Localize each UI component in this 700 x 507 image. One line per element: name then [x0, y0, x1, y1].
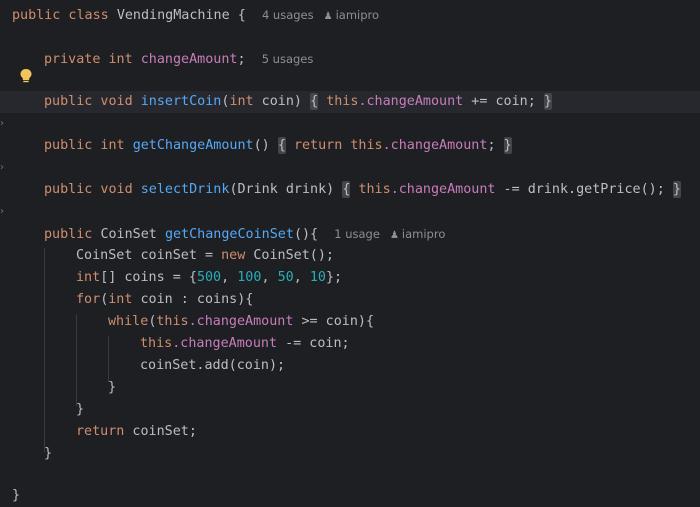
- code-line-insert-coin[interactable]: › public void insertCoin(int coin) { thi…: [0, 91, 700, 129]
- code-text: -= drink.getPrice();: [495, 182, 665, 197]
- keyword: int: [76, 270, 101, 285]
- gutter-fold-arrow-icon[interactable]: ›: [0, 201, 4, 223]
- code-line-coins-array[interactable]: int[] coins = {500, 100, 50, 10};: [0, 267, 700, 289]
- code-line-close-method[interactable]: }: [0, 443, 700, 465]
- brace: {: [237, 8, 246, 23]
- code-editor[interactable]: public class VendingMachine { 4 usages ♟ i…: [0, 0, 700, 507]
- code-line-coinset-new[interactable]: CoinSet coinSet = new CoinSet();: [0, 245, 700, 267]
- person-icon: ♟: [323, 11, 333, 22]
- code-line-get-change-coin-set[interactable]: public CoinSet getChangeCoinSet(){ 1 usa…: [0, 223, 700, 245]
- code-text: coinSet.add(coin);: [140, 358, 286, 373]
- keyword: public void: [44, 94, 133, 109]
- gutter-fold-arrow-icon[interactable]: ›: [0, 113, 4, 135]
- keyword: int: [229, 94, 254, 109]
- code-line-class-decl[interactable]: public class VendingMachine { 4 usages ♟ i…: [0, 4, 700, 26]
- keyword: private int: [44, 52, 133, 67]
- field-name: .changeAmount: [382, 138, 488, 153]
- lightbulb-icon[interactable]: [19, 68, 33, 84]
- method-name: getChangeCoinSet: [164, 227, 294, 242]
- brace: }: [76, 402, 85, 417]
- keyword: public: [44, 227, 93, 242]
- code-line-select-drink[interactable]: › public void selectDrink(Drink drink) {…: [0, 179, 700, 217]
- keyword: new: [221, 248, 246, 263]
- keyword: public void: [44, 182, 133, 197]
- code-line-return[interactable]: return coinSet;: [0, 421, 700, 443]
- type-name: CoinSet: [100, 227, 157, 242]
- usages-hint[interactable]: 4 usages: [262, 8, 314, 22]
- author-hint[interactable]: iamipro: [402, 227, 445, 241]
- method-name: insertCoin: [140, 94, 222, 109]
- semicolon: ;: [487, 138, 496, 153]
- author-hint[interactable]: iamipro: [336, 8, 379, 22]
- semicolon: ;: [237, 52, 246, 67]
- code-line-close-while[interactable]: }: [0, 377, 700, 399]
- code-text: (){: [293, 227, 319, 242]
- code-line-close-for[interactable]: }: [0, 399, 700, 421]
- code-line-while-loop[interactable]: while(this.changeAmount >= coin){: [0, 311, 700, 333]
- brace: }: [108, 380, 117, 395]
- separator: ,: [293, 270, 310, 285]
- keyword: this: [358, 182, 391, 197]
- field-name: .changeAmount: [390, 182, 496, 197]
- paren: (): [253, 138, 270, 153]
- keyword: public int: [44, 138, 125, 153]
- keyword: this: [156, 314, 189, 329]
- separator: ,: [221, 270, 238, 285]
- field-name: .changeAmount: [172, 336, 278, 351]
- code-line-subtract[interactable]: this.changeAmount -= coin;: [0, 333, 700, 355]
- keyword: this: [350, 138, 383, 153]
- code-text: CoinSet();: [245, 248, 334, 263]
- fold-brace[interactable]: }: [503, 137, 512, 154]
- param: coin): [253, 94, 302, 109]
- code-line-add[interactable]: coinSet.add(coin);: [0, 355, 700, 377]
- class-name: VendingMachine: [116, 8, 230, 23]
- params: (Drink drink): [229, 182, 335, 197]
- number-literal: 100: [237, 270, 262, 285]
- code-text: [] coins = {: [100, 270, 197, 285]
- fold-brace[interactable]: {: [277, 137, 286, 154]
- code-line-get-change-amount[interactable]: › public int getChangeAmount() { return …: [0, 135, 700, 173]
- separator: ,: [261, 270, 278, 285]
- fold-brace[interactable]: {: [310, 93, 319, 110]
- method-name: selectDrink: [140, 182, 230, 197]
- brace: }: [12, 488, 21, 503]
- code-text: coin : coins){: [132, 292, 254, 307]
- code-text: };: [325, 270, 343, 285]
- field-name: changeAmount: [140, 52, 238, 67]
- keyword: return: [76, 424, 125, 439]
- code-text: coinSet;: [124, 424, 197, 439]
- number-literal: 500: [196, 270, 222, 285]
- keyword: this: [140, 336, 173, 351]
- gutter-fold-arrow-icon[interactable]: ›: [0, 157, 4, 179]
- fold-brace[interactable]: }: [543, 93, 552, 110]
- number-literal: 50: [277, 270, 294, 285]
- field-name: .changeAmount: [358, 94, 464, 109]
- keyword: int: [108, 292, 133, 307]
- usages-hint[interactable]: 1 usage: [334, 227, 380, 241]
- fold-brace[interactable]: }: [672, 181, 681, 198]
- code-text: -= coin;: [277, 336, 350, 351]
- code-line-for-loop[interactable]: for(int coin : coins){: [0, 289, 700, 311]
- fold-brace[interactable]: {: [342, 181, 351, 198]
- code-text: >= coin){: [293, 314, 375, 329]
- code-line-close-class[interactable]: }: [0, 485, 700, 507]
- method-name: getChangeAmount: [132, 138, 254, 153]
- keyword: public class: [12, 8, 109, 23]
- keyword: return: [293, 138, 343, 153]
- keyword: for: [76, 292, 101, 307]
- field-name: .changeAmount: [188, 314, 294, 329]
- code-text: += coin;: [463, 94, 536, 109]
- person-icon: ♟: [389, 230, 399, 241]
- keyword: while: [108, 314, 149, 329]
- brace: }: [44, 446, 53, 461]
- keyword: this: [326, 94, 359, 109]
- number-literal: 10: [309, 270, 326, 285]
- code-line-field-decl[interactable]: private int changeAmount; 5 usages: [0, 48, 700, 70]
- code-text: CoinSet coinSet =: [76, 248, 222, 263]
- usages-hint[interactable]: 5 usages: [262, 52, 314, 66]
